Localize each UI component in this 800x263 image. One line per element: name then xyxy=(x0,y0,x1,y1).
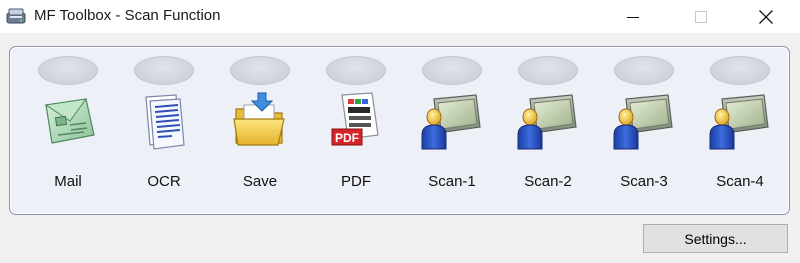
maximize-button[interactable] xyxy=(678,0,724,33)
function-indicator xyxy=(38,56,98,85)
function-label: Save xyxy=(242,173,278,190)
function-label: OCR xyxy=(147,173,181,190)
function-label: Scan-2 xyxy=(524,173,572,190)
function-pdf[interactable]: PDF PDF xyxy=(306,47,402,214)
pdf-icon: PDF xyxy=(331,92,379,146)
function-indicator xyxy=(710,56,770,85)
function-label: Scan-1 xyxy=(428,173,476,190)
function-label: Mail xyxy=(54,173,82,190)
function-mail[interactable]: Mail xyxy=(18,47,114,214)
title-bar: MF Toolbox - Scan Function xyxy=(0,0,800,33)
close-icon xyxy=(759,9,773,24)
function-indicator xyxy=(326,56,386,85)
function-label: Scan-3 xyxy=(620,173,668,190)
function-ocr[interactable]: OCR xyxy=(114,47,210,214)
scan-user-icon xyxy=(421,94,481,150)
function-indicator xyxy=(614,56,674,85)
minimize-button[interactable] xyxy=(610,0,656,33)
close-button[interactable] xyxy=(743,0,789,33)
svg-text:PDF: PDF xyxy=(335,131,359,145)
mail-icon xyxy=(44,98,95,144)
maximize-icon xyxy=(695,10,707,23)
client-area: Mail OCR Save PDF PDF Scan-1 Scan-2 Scan… xyxy=(0,33,800,263)
folder-save-icon xyxy=(233,92,285,146)
ocr-document-icon xyxy=(145,94,185,150)
function-scan-3[interactable]: Scan-3 xyxy=(594,47,690,214)
function-panel: Mail OCR Save PDF PDF Scan-1 Scan-2 Scan… xyxy=(9,46,790,215)
function-indicator xyxy=(422,56,482,85)
function-save[interactable]: Save xyxy=(210,47,306,214)
function-indicator xyxy=(230,56,290,85)
scan-user-icon xyxy=(517,94,577,150)
function-indicator xyxy=(518,56,578,85)
scan-user-icon xyxy=(613,94,673,150)
window-title: MF Toolbox - Scan Function xyxy=(34,7,221,24)
function-label: Scan-4 xyxy=(716,173,764,190)
function-scan-2[interactable]: Scan-2 xyxy=(498,47,594,214)
function-scan-1[interactable]: Scan-1 xyxy=(402,47,498,214)
function-indicator xyxy=(134,56,194,85)
function-label: PDF xyxy=(341,173,371,190)
settings-button[interactable]: Settings... xyxy=(643,224,788,253)
scan-user-icon xyxy=(709,94,769,150)
function-scan-4[interactable]: Scan-4 xyxy=(690,47,786,214)
scanner-icon xyxy=(6,8,26,24)
minimize-icon xyxy=(627,16,639,18)
